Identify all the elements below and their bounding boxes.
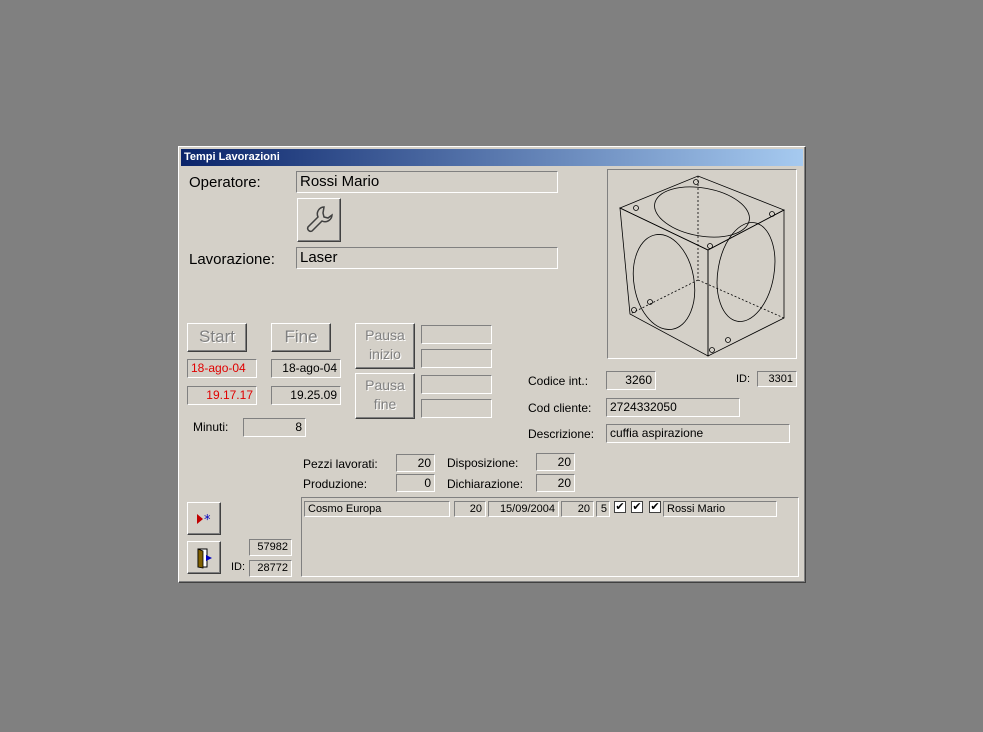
checkbox-2[interactable]: ✔ <box>631 501 643 513</box>
tempi-lavorazioni-window: Tempi Lavorazioni Operatore: Rossi Mario… <box>178 146 806 583</box>
operator-cell[interactable]: Rossi Mario <box>663 501 777 517</box>
footer-id-label: ID: <box>231 561 246 573</box>
pezzi-label: Pezzi lavorati: <box>303 457 378 471</box>
dichiarazione-field[interactable]: 20 <box>536 474 575 492</box>
cliente-cell[interactable]: Cosmo Europa <box>304 501 450 517</box>
end-time-field[interactable]: 19.25.09 <box>271 386 341 405</box>
n-cell[interactable]: 5 <box>596 501 610 517</box>
pausa-inizio-time-1[interactable] <box>421 325 492 344</box>
pausa-fine-time-1[interactable] <box>421 375 492 394</box>
descrizione-label: Descrizione: <box>528 427 595 441</box>
disposizione-label: Disposizione: <box>447 456 519 470</box>
date-cell[interactable]: 15/09/2004 <box>488 501 559 517</box>
info-id-field[interactable]: 3301 <box>757 371 797 387</box>
start-button[interactable]: Start <box>187 323 247 352</box>
end-date-field[interactable]: 18-ago-04 <box>271 359 341 378</box>
pausa-fine-line1: Pausa <box>365 377 405 393</box>
new-record-button[interactable]: * <box>187 502 221 535</box>
minuti-field[interactable]: 8 <box>243 418 306 437</box>
pausa-fine-time-2[interactable] <box>421 399 492 418</box>
codice-field[interactable]: 3260 <box>606 371 656 390</box>
pausa-fine-line2: fine <box>373 396 397 412</box>
new-record-icon: * <box>193 513 215 533</box>
svg-text:*: * <box>204 513 211 528</box>
subform-list: Cosmo Europa 20 15/09/2004 20 5 ✔ ✔ ✔ Ro… <box>301 497 799 577</box>
pausa-inizio-line2: inizio <box>369 346 401 362</box>
operator-field[interactable]: Rossi Mario <box>296 171 558 193</box>
dichiarazione-label: Dichiarazione: <box>447 477 524 491</box>
checkbox-3[interactable]: ✔ <box>649 501 661 513</box>
footer-id-field[interactable]: 28772 <box>249 560 292 577</box>
footer-number-field[interactable]: 57982 <box>249 539 292 556</box>
lavorazione-field[interactable]: Laser <box>296 247 558 269</box>
cube-drawing-icon <box>619 175 785 357</box>
start-date-field[interactable]: 18-ago-04 <box>187 359 257 378</box>
fine-button[interactable]: Fine <box>271 323 331 352</box>
part-drawing <box>607 169 797 359</box>
lavorazione-label: Lavorazione: <box>189 251 275 268</box>
qty2-cell[interactable]: 20 <box>561 501 594 517</box>
cod-cliente-field[interactable]: 2724332050 <box>606 398 740 417</box>
minuti-label: Minuti: <box>193 420 229 434</box>
info-id-label: ID: <box>736 373 751 385</box>
start-time-field[interactable]: 19.17.17 <box>187 386 257 405</box>
tool-button[interactable] <box>297 198 341 242</box>
exit-door-icon <box>193 548 215 572</box>
wrench-icon <box>302 206 336 240</box>
exit-button[interactable] <box>187 541 221 574</box>
pausa-inizio-time-2[interactable] <box>421 349 492 368</box>
pausa-inizio-line1: Pausa <box>365 327 405 343</box>
codice-label: Codice int.: <box>528 374 589 388</box>
pezzi-field[interactable]: 20 <box>396 454 435 472</box>
operator-label: Operatore: <box>189 174 261 191</box>
checkbox-1[interactable]: ✔ <box>614 501 626 513</box>
pausa-inizio-button[interactable]: Pausa inizio <box>355 323 415 369</box>
cod-cliente-label: Cod cliente: <box>528 401 592 415</box>
qty-cell[interactable]: 20 <box>454 501 486 517</box>
produzione-field[interactable]: 0 <box>396 474 435 492</box>
descrizione-field[interactable]: cuffia aspirazione <box>606 424 790 443</box>
disposizione-field[interactable]: 20 <box>536 453 575 471</box>
pausa-fine-button[interactable]: Pausa fine <box>355 373 415 419</box>
produzione-label: Produzione: <box>303 477 368 491</box>
window-title: Tempi Lavorazioni <box>181 149 803 166</box>
